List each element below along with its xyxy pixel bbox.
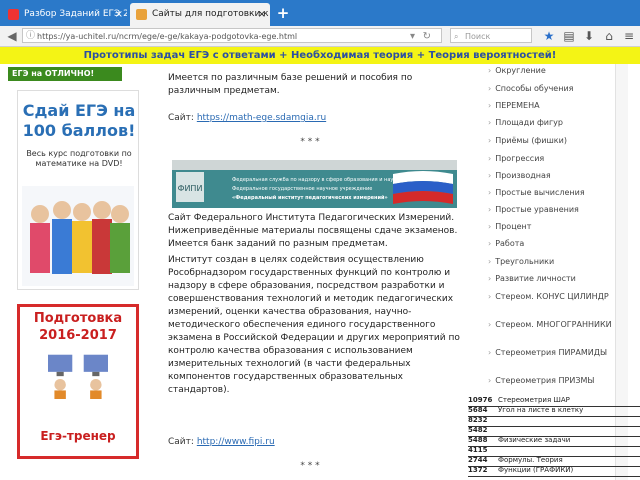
bookmark-star-icon[interactable]: ★ [541,28,557,44]
nav-item[interactable]: Способы обучения [488,84,628,94]
ad-podgotovka[interactable]: Подготовка 2016-2017 Егэ-тренер [17,304,139,459]
dropdown-icon[interactable]: ▾ [410,29,415,42]
site-label: Сайт: [168,437,194,447]
ad-text: Весь курс подготовки по математике на DV… [26,149,132,168]
nav-item[interactable]: Треугольники [488,257,628,267]
nav-item[interactable]: Округление [488,66,628,76]
download-icon[interactable]: ⬇ [581,28,597,44]
main-content: Имеется по различным базе решений и посо… [160,64,460,480]
search-icon: ⌕ [454,32,459,41]
nav-item[interactable]: Стереом. КОНУС ЦИЛИНДР [488,292,628,302]
nav-item[interactable]: Стереом. МНОГОГРАННИКИ [488,320,628,330]
separator: * * * [300,137,320,147]
nav-item[interactable]: Прогрессия [488,154,628,164]
menu-icon[interactable]: ≡ [621,28,637,44]
close-icon[interactable]: × [258,3,266,26]
overlay-text[interactable]: Физические задачи [498,436,570,444]
svg-text:ФИПИ: ФИПИ [178,184,203,193]
paragraph: Институт создан в целях содействия осуще… [168,255,460,395]
overlay-num: 1372 [468,466,488,474]
tab-label: Сайты для подготовки к ЕГЭ [152,9,270,19]
ad-bottom-label: Егэ-тренер [40,429,116,443]
tab-saity-podgotovki[interactable]: Сайты для подготовки к ЕГЭ × [130,3,270,26]
favicon-icon [8,9,19,20]
navigation-bar: ◀ ⓘ https://ya-uchitel.ru/ncrm/ege/e-ge/… [0,26,640,47]
fipi-line: «Федеральный институт педагогических изм… [232,195,388,201]
computers-image [48,354,108,399]
students-image [22,186,134,286]
fipi-banner-image[interactable]: ФИПИ Федеральная служба по надзору в сфе… [172,160,457,208]
promo-banner[interactable]: Прототипы задач ЕГЭ с ответами + Необход… [0,47,640,64]
new-tab-button[interactable]: + [274,3,292,23]
ad-title: Подготовка 2016-2017 [33,311,123,343]
nav-item[interactable]: Простые уравнения [488,205,628,215]
nav-item[interactable]: Развитие личности [488,274,628,284]
ad-ege-100[interactable]: Сдай ЕГЭ на 100 баллов! Весь курс подгот… [17,90,139,290]
ege-heading: ЕГЭ на ОТЛИЧНО! [8,67,122,81]
url-text: https://ya-uchitel.ru/ncrm/ege/e-ge/kaka… [37,32,298,41]
close-icon[interactable]: × [115,3,123,26]
fipi-top-strip [172,160,457,170]
tab-razbor-zadaniy[interactable]: Разбор Заданий ЕГЭ 2017 ... × [2,3,127,26]
overlay-row: 1372 Функции (ГРАФИКИ) [468,465,640,477]
nav-item[interactable]: Стереометрия ПИРАМИДЫ [488,348,628,358]
reload-icon[interactable]: ↻ [423,29,431,42]
paragraph: Имеется по различным базе решений и посо… [168,73,413,96]
reading-list-icon[interactable]: ▤ [561,28,577,44]
separator: * * * [300,461,320,471]
left-sidebar: ЕГЭ на ОТЛИЧНО! Сдай ЕГЭ на 100 баллов! … [0,64,139,480]
nav-item[interactable]: Простые вычисления [488,188,628,198]
nav-item[interactable]: Приёмы (фишки) [488,136,628,146]
site-label: Сайт: [168,113,194,123]
nav-item[interactable]: ПЕРЕМЕНА [488,101,628,111]
url-bar[interactable]: ⓘ https://ya-uchitel.ru/ncrm/ege/e-ge/ka… [22,28,442,43]
paragraph: Сайт Федерального Института Педагогическ… [168,213,458,249]
counter-overlay: 10976 Стереометрия ШАР 5684 Угол на листе … [468,395,640,480]
ad-title: Сдай ЕГЭ на 100 баллов! [22,101,136,140]
overlay-text[interactable]: Функции (ГРАФИКИ) [498,466,573,474]
favicon-icon [136,9,147,20]
overlay-text[interactable]: Формулы. Теория [498,456,563,464]
site-link[interactable]: https://math-ege.sdamgia.ru [197,113,326,123]
back-icon[interactable]: ◀ [4,28,20,44]
tab-label: Разбор Заданий ЕГЭ 2017 ... [24,9,127,19]
tab-bar: Разбор Заданий ЕГЭ 2017 ... × Сайты для … [0,0,640,26]
info-icon[interactable]: ⓘ [26,29,35,42]
russian-flag-icon [393,171,453,204]
nav-item[interactable]: Процент [488,222,628,232]
nav-item[interactable]: Площади фигур [488,118,628,128]
nav-item[interactable]: Производная [488,171,628,181]
nav-item[interactable]: Работа [488,239,628,249]
site-link[interactable]: http://www.fipi.ru [197,437,275,447]
nav-item[interactable]: Стереометрия ПРИЗМЫ [488,376,628,386]
search-input[interactable]: ⌕ Поиск [450,28,532,43]
overlay-text[interactable]: Стереометрия ШАР [498,396,570,404]
overlay-text[interactable]: Угол на листе в клетку [498,406,583,414]
search-placeholder: Поиск [465,32,491,41]
site-line: Сайт: https://math-ege.sdamgia.ru [168,112,463,125]
site-line: Сайт: http://www.fipi.ru [168,436,463,449]
home-icon[interactable]: ⌂ [601,28,617,44]
fipi-logo-icon: ФИПИ [176,172,204,202]
